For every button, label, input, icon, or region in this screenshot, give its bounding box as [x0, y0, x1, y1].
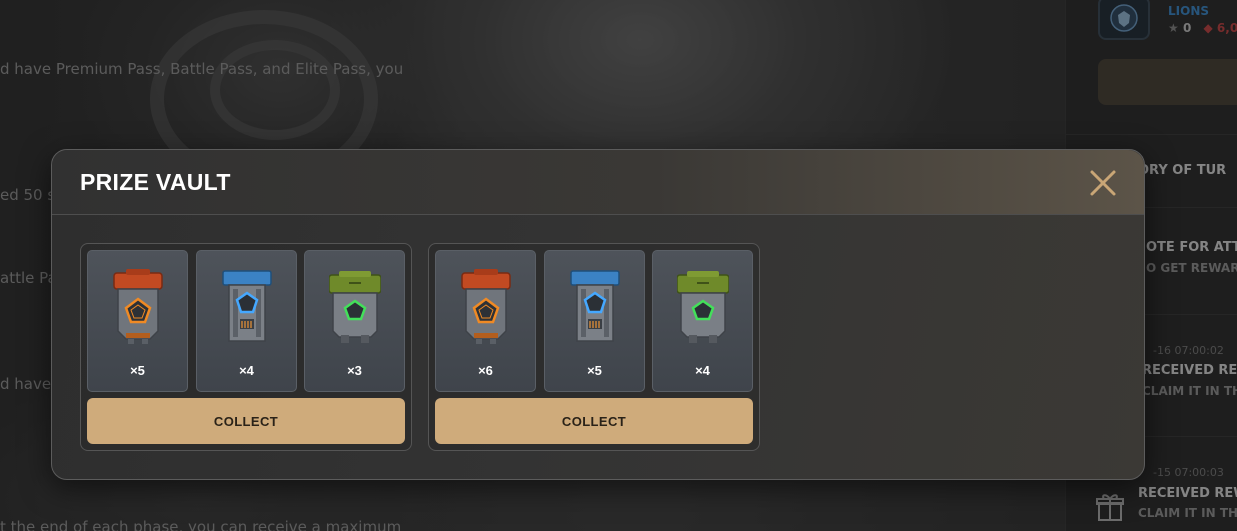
reward-quantity: ×6	[478, 363, 493, 378]
blue-crate-icon	[570, 270, 620, 342]
reward-card: ×4	[196, 250, 297, 392]
green-crate-icon	[677, 271, 729, 343]
reward-quantity: ×3	[347, 363, 362, 378]
reward-card: ×4	[652, 250, 753, 392]
reward-quantity: ×5	[587, 363, 602, 378]
close-button[interactable]	[1088, 168, 1118, 198]
green-crate-icon	[329, 271, 381, 343]
prize-vault-modal: PRIZE VAULT ×5 ×4 ×3 COLLECT ×6 ×5 ×4 CO…	[51, 149, 1145, 480]
blue-crate-icon	[222, 270, 272, 342]
collect-button[interactable]: COLLECT	[435, 398, 753, 444]
reward-quantity: ×4	[695, 363, 710, 378]
orange-crate-icon	[461, 269, 511, 344]
reward-card: ×5	[87, 250, 188, 392]
reward-group: ×5 ×4 ×3 COLLECT	[80, 243, 412, 451]
reward-quantity: ×4	[239, 363, 254, 378]
modal-title: PRIZE VAULT	[80, 169, 231, 195]
close-icon	[1090, 170, 1116, 196]
reward-quantity: ×5	[130, 363, 145, 378]
reward-card: ×6	[435, 250, 536, 392]
modal-header: PRIZE VAULT	[52, 150, 1144, 215]
reward-card: ×3	[304, 250, 405, 392]
reward-group: ×6 ×5 ×4 COLLECT	[428, 243, 760, 451]
collect-button[interactable]: COLLECT	[87, 398, 405, 444]
reward-card: ×5	[544, 250, 645, 392]
orange-crate-icon	[113, 269, 163, 344]
